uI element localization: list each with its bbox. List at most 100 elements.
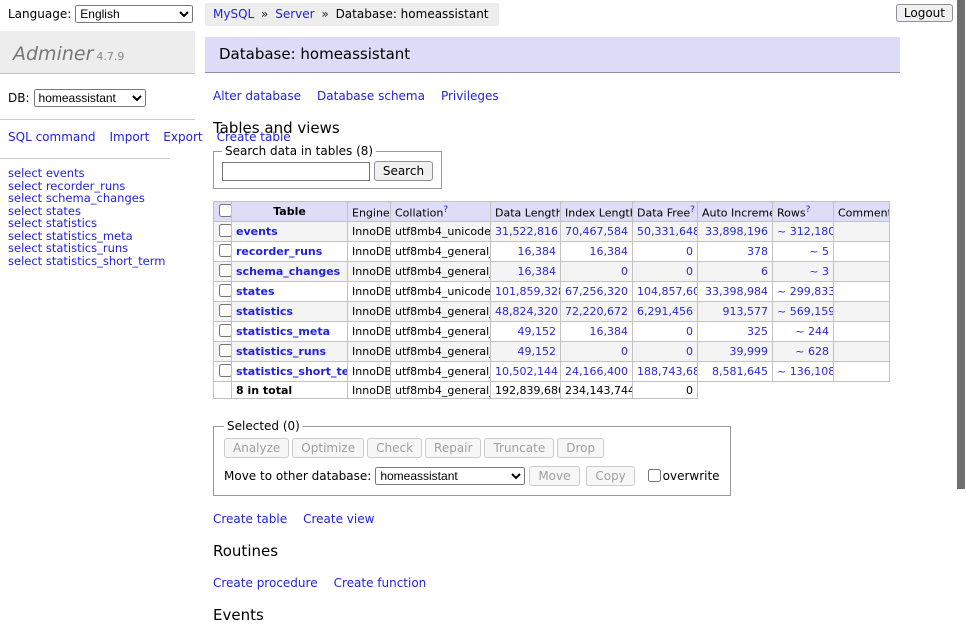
move-button[interactable]: Move <box>529 466 579 486</box>
database-action-link[interactable]: Alter database <box>213 89 301 103</box>
column-help-link[interactable]: ? <box>443 205 448 215</box>
auto-increment-link[interactable]: 6 <box>761 265 768 278</box>
db-select[interactable]: homeassistant <box>34 89 146 107</box>
data-length-link[interactable]: 10,502,144 <box>495 365 558 378</box>
rows-count-link[interactable]: ~ 136,108 <box>777 365 834 378</box>
move-row: Move to other database:homeassistantMove… <box>224 466 720 486</box>
sidebar-select-table-link[interactable]: select statistics_short_term <box>8 254 165 268</box>
auto-increment-link[interactable]: 913,577 <box>723 305 769 318</box>
row-checkbox[interactable] <box>219 344 232 357</box>
index-length-link[interactable]: 16,384 <box>590 245 629 258</box>
rows-count-link[interactable]: ~ 244 <box>795 325 829 338</box>
sidebar-action-link[interactable]: Import <box>109 130 149 144</box>
rows-count-link[interactable]: ~ 312,180 <box>777 225 834 238</box>
rows-count-link[interactable]: ~ 299,833 <box>777 285 834 298</box>
row-checkbox[interactable] <box>219 224 232 237</box>
data-length-link[interactable]: 48,824,320 <box>495 305 558 318</box>
data-length-link[interactable]: 31,522,816 <box>495 225 558 238</box>
table-name-link[interactable]: statistics_short_term <box>236 365 348 378</box>
column-help-link[interactable]: ? <box>690 205 695 215</box>
table-name-link[interactable]: statistics <box>236 305 293 318</box>
total-index-length: 234,143,744 <box>561 382 633 399</box>
database-action-link[interactable]: Privileges <box>441 89 499 103</box>
database-action-links: Alter database Database schema Privileges <box>213 89 956 103</box>
breadcrumb-mysql-link[interactable]: MySQL <box>213 7 254 21</box>
row-checkbox[interactable] <box>219 364 232 377</box>
data-free-link[interactable]: 0 <box>686 345 693 358</box>
auto-increment-link[interactable]: 8,581,645 <box>712 365 768 378</box>
create-link[interactable]: Create table <box>213 512 287 526</box>
row-checkbox-cell <box>214 342 232 362</box>
copy-button[interactable]: Copy <box>586 466 634 486</box>
rows-count-link[interactable]: ~ 569,159 <box>777 305 834 318</box>
routine-create-link[interactable]: Create procedure <box>213 576 318 590</box>
selected-action-button[interactable]: Analyze <box>224 438 289 458</box>
index-length-link[interactable]: 0 <box>621 345 628 358</box>
data-free-link[interactable]: 188,743,680 <box>637 365 698 378</box>
search-button[interactable]: Search <box>374 161 433 181</box>
row-checkbox[interactable] <box>219 324 232 337</box>
table-name-link[interactable]: statistics_meta <box>236 325 330 338</box>
auto-increment-link[interactable]: 33,898,196 <box>705 225 768 238</box>
auto-increment-link[interactable]: 325 <box>747 325 768 338</box>
index-length-link[interactable]: 0 <box>621 265 628 278</box>
index-length-link[interactable]: 70,467,584 <box>565 225 628 238</box>
data-free-cell: 0 <box>633 342 698 362</box>
table-name-link[interactable]: statistics_runs <box>236 345 326 358</box>
data-length-link[interactable]: 101,859,328 <box>495 285 561 298</box>
rows-count-link[interactable]: ~ 3 <box>809 265 829 278</box>
row-checkbox[interactable] <box>219 264 232 277</box>
logout-button[interactable]: Logout <box>896 4 953 22</box>
data-free-link[interactable]: 0 <box>686 325 693 338</box>
routine-create-link[interactable]: Create function <box>334 576 427 590</box>
index-length-link[interactable]: 72,220,672 <box>565 305 628 318</box>
selected-action-button[interactable]: Truncate <box>484 438 554 458</box>
total-engine: InnoDB <box>348 382 391 399</box>
rows-count-link[interactable]: ~ 628 <box>795 345 829 358</box>
move-database-select[interactable]: homeassistant <box>375 467 525 485</box>
selected-action-button[interactable]: Optimize <box>292 438 364 458</box>
data-free-link[interactable]: 6,291,456 <box>637 305 693 318</box>
table-name-link[interactable]: schema_changes <box>236 265 340 278</box>
data-free-link[interactable]: 0 <box>686 265 693 278</box>
data-free-link[interactable]: 50,331,648 <box>637 225 698 238</box>
data-length-link[interactable]: 16,384 <box>518 245 557 258</box>
table-name-link[interactable]: states <box>236 285 275 298</box>
data-free-link[interactable]: 104,857,600 <box>637 285 698 298</box>
select-all-checkbox[interactable] <box>219 204 232 217</box>
index-length-link[interactable]: 67,256,320 <box>565 285 628 298</box>
column-label: Comment <box>838 207 890 220</box>
data-length-link[interactable]: 49,152 <box>518 345 557 358</box>
vertical-scrollbar[interactable] <box>956 0 966 543</box>
data-length-link[interactable]: 49,152 <box>518 325 557 338</box>
row-checkbox[interactable] <box>219 284 232 297</box>
auto-increment-link[interactable]: 39,999 <box>730 345 769 358</box>
row-checkbox[interactable] <box>219 244 232 257</box>
create-link[interactable]: Create view <box>303 512 374 526</box>
collation-cell: utf8mb4_general_ci <box>391 342 491 362</box>
table-name-link[interactable]: events <box>236 225 278 238</box>
breadcrumb-server-link[interactable]: Server <box>275 7 314 21</box>
sidebar-action-link[interactable]: SQL command <box>8 130 95 144</box>
database-action-link[interactable]: Database schema <box>317 89 425 103</box>
index-length-cell: 67,256,320 <box>561 282 633 302</box>
auto-increment-link[interactable]: 33,398,984 <box>705 285 768 298</box>
auto-increment-link[interactable]: 378 <box>747 245 768 258</box>
sidebar-action-link[interactable]: Export <box>163 130 202 144</box>
scrollbar-thumb[interactable] <box>957 0 965 489</box>
selected-action-button[interactable]: Drop <box>557 438 604 458</box>
language-select[interactable]: English <box>75 5 193 23</box>
table-row: states InnoDB utf8mb4_unicode_ci 101,859… <box>214 282 890 302</box>
data-free-link[interactable]: 0 <box>686 245 693 258</box>
index-length-link[interactable]: 16,384 <box>590 325 629 338</box>
rows-count-link[interactable]: ~ 5 <box>809 245 829 258</box>
selected-action-button[interactable]: Repair <box>425 438 481 458</box>
table-name-link[interactable]: recorder_runs <box>236 245 322 258</box>
column-help-link[interactable]: ? <box>806 205 811 215</box>
index-length-link[interactable]: 24,166,400 <box>565 365 628 378</box>
selected-action-button[interactable]: Check <box>367 438 422 458</box>
data-length-link[interactable]: 16,384 <box>518 265 557 278</box>
overwrite-checkbox[interactable] <box>648 469 661 482</box>
search-input[interactable] <box>222 162 370 181</box>
row-checkbox[interactable] <box>219 304 232 317</box>
